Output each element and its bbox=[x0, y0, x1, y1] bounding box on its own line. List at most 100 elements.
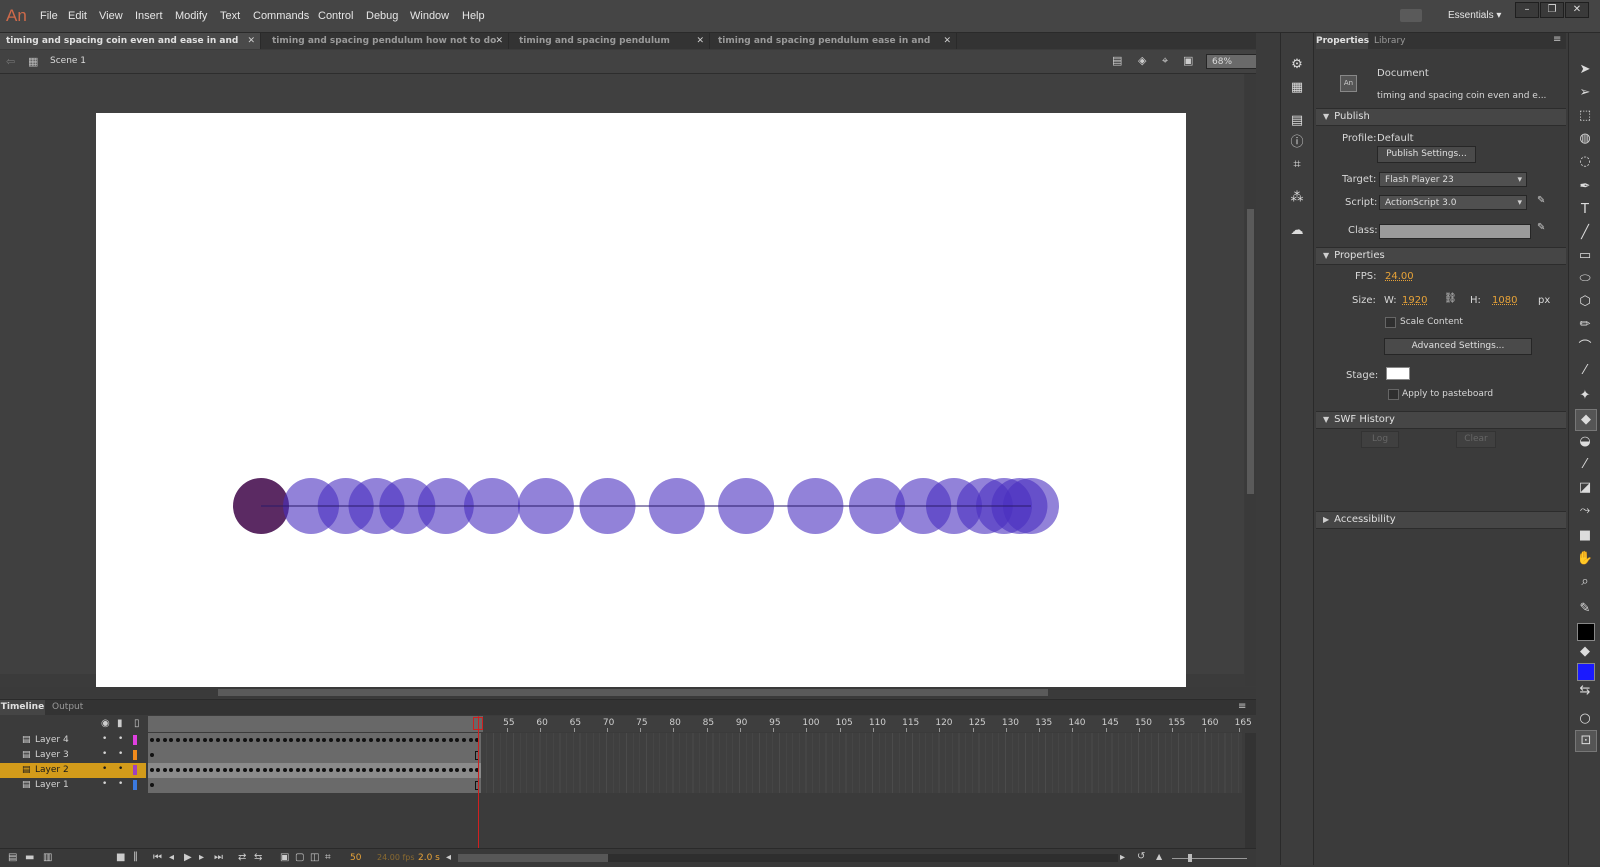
keyframe-dot[interactable] bbox=[255, 768, 260, 772]
ink-bottle-tool-icon[interactable]: ◒ bbox=[1575, 432, 1595, 452]
close-icon[interactable]: ✕ bbox=[696, 33, 704, 49]
tab-output[interactable]: Output bbox=[52, 700, 83, 715]
keyframe-dot[interactable] bbox=[262, 738, 267, 742]
frame-rate[interactable]: 24.00 fps bbox=[377, 853, 415, 862]
brush-tool-icon[interactable]: ⁄ bbox=[1575, 361, 1595, 381]
keyframe-dot[interactable] bbox=[388, 768, 393, 772]
menu-view[interactable]: View bbox=[99, 10, 123, 22]
wrench-icon[interactable]: ✎ bbox=[1537, 195, 1545, 206]
line-tool-icon[interactable]: ╱ bbox=[1575, 223, 1595, 243]
frame-row[interactable] bbox=[148, 748, 1242, 763]
current-frame[interactable]: 50 bbox=[350, 853, 361, 863]
layer-color-swatch[interactable] bbox=[133, 765, 137, 775]
cc-libraries-icon[interactable]: ☁ bbox=[1287, 221, 1307, 241]
layer-color-swatch[interactable] bbox=[133, 780, 137, 790]
scroll-left-icon[interactable]: ◂ bbox=[446, 852, 451, 863]
step-back-icon[interactable]: ◂ bbox=[169, 852, 174, 863]
keyframe-dot[interactable] bbox=[262, 768, 267, 772]
keyframe-dot[interactable] bbox=[295, 738, 300, 742]
bone-tool-icon[interactable]: ✦ bbox=[1575, 386, 1595, 406]
camera-tool-icon[interactable]: ■ bbox=[1575, 526, 1595, 546]
back-arrow-icon[interactable]: ⇦ bbox=[6, 55, 15, 68]
delete-icon[interactable]: ▥ bbox=[43, 852, 52, 863]
text-tool-icon[interactable]: T bbox=[1575, 200, 1595, 220]
keyframe-dot[interactable] bbox=[395, 738, 400, 742]
doc-tab-4[interactable]: timing and spacing pendulum ease in and … bbox=[712, 33, 957, 62]
keyframe-dot[interactable] bbox=[255, 738, 260, 742]
free-transform-tool-icon[interactable]: ⬚ bbox=[1575, 106, 1595, 126]
layer-row[interactable]: ▤ Layer 3 • • bbox=[0, 748, 146, 763]
layer-color-swatch[interactable] bbox=[133, 735, 137, 745]
menu-commands[interactable]: Commands bbox=[253, 10, 309, 22]
elapsed-time[interactable]: 2.0 s bbox=[418, 853, 440, 863]
visibility-dot[interactable]: • bbox=[102, 779, 107, 789]
keyframe-dot[interactable] bbox=[149, 738, 154, 742]
align-icon[interactable]: ▦ bbox=[1287, 78, 1307, 98]
keyframe-dot[interactable] bbox=[242, 768, 247, 772]
keyframe-dot[interactable] bbox=[162, 738, 167, 742]
onion-outline-icon[interactable]: ▢ bbox=[295, 852, 304, 863]
doc-tab-2[interactable]: timing and spacing pendulum how not to d… bbox=[266, 33, 509, 62]
play-icon[interactable]: ▶ bbox=[184, 852, 192, 863]
keyframe-dot[interactable] bbox=[428, 738, 433, 742]
fill-color-icon[interactable]: ◆ bbox=[1575, 642, 1595, 662]
eraser-tool-icon[interactable]: ◪ bbox=[1575, 478, 1595, 498]
layer-row[interactable]: ▤ Layer 2 • • bbox=[0, 763, 146, 778]
keyframe-dot[interactable] bbox=[282, 768, 287, 772]
horizontal-scrollbar[interactable] bbox=[0, 687, 1256, 698]
polystar-tool-icon[interactable]: ⬡ bbox=[1575, 292, 1595, 312]
fill-color-swatch[interactable] bbox=[1577, 663, 1595, 681]
zoom-tool-icon[interactable]: ⌕ bbox=[1575, 572, 1595, 592]
keyframe-dot[interactable] bbox=[282, 738, 287, 742]
scroll-thumb[interactable] bbox=[1247, 209, 1254, 494]
last-frame-icon[interactable]: ⏭ bbox=[214, 852, 223, 863]
zoom-slider-handle[interactable] bbox=[1188, 854, 1192, 862]
onion-markers-icon[interactable]: ⌗ bbox=[325, 852, 331, 863]
height-value[interactable]: 1080 bbox=[1492, 295, 1517, 306]
playhead[interactable] bbox=[478, 716, 479, 849]
object-drawing-icon[interactable]: ○ bbox=[1575, 709, 1595, 729]
layer-name[interactable]: Layer 4 bbox=[35, 735, 69, 745]
loop-icon[interactable]: ⇄ bbox=[238, 852, 246, 863]
reset-zoom-icon[interactable]: ↺ bbox=[1137, 851, 1145, 862]
doc-tab-3[interactable]: timing and spacing pendulum even.fla ✕ bbox=[513, 33, 710, 62]
width-tool-icon[interactable]: ⤳ bbox=[1575, 501, 1595, 521]
edit-class-icon[interactable]: ✎ bbox=[1537, 222, 1545, 233]
first-frame-icon[interactable]: ⏮ bbox=[153, 852, 162, 863]
layer-depth-icon[interactable]: ‖ bbox=[133, 851, 138, 862]
scroll-thumb[interactable] bbox=[458, 854, 608, 862]
section-publish[interactable]: ▼ Publish bbox=[1316, 108, 1566, 126]
menu-file[interactable]: File bbox=[40, 10, 58, 22]
keyframe-dot[interactable] bbox=[242, 738, 247, 742]
keyframe-dot[interactable] bbox=[355, 738, 360, 742]
timeline-zoom-slider[interactable] bbox=[1172, 858, 1247, 859]
keyframe-dot[interactable] bbox=[415, 738, 420, 742]
keyframe-dot[interactable] bbox=[182, 768, 187, 772]
new-layer-icon[interactable]: ▤ bbox=[8, 852, 17, 863]
keyframe-dot[interactable] bbox=[222, 738, 227, 742]
section-accessibility[interactable]: ▶ Accessibility bbox=[1316, 511, 1566, 529]
advanced-settings-button[interactable]: Advanced Settings... bbox=[1384, 338, 1532, 355]
stage-color-swatch[interactable] bbox=[1386, 367, 1410, 380]
keyframe-dot[interactable] bbox=[388, 738, 393, 742]
panel-menu-icon[interactable]: ≡ bbox=[1238, 701, 1246, 712]
keyframe-dot[interactable] bbox=[395, 768, 400, 772]
new-folder-icon[interactable]: ▬ bbox=[25, 852, 34, 863]
target-select[interactable]: Flash Player 23 ▾ bbox=[1379, 172, 1527, 187]
selection-tool-icon[interactable]: ➤ bbox=[1575, 60, 1595, 80]
clear-button[interactable]: Clear bbox=[1456, 431, 1496, 448]
center-stage-icon[interactable]: ⌖ bbox=[1162, 54, 1168, 68]
keyframe-dot[interactable] bbox=[275, 768, 280, 772]
frame-span[interactable] bbox=[148, 748, 481, 763]
keyframe-dot[interactable] bbox=[408, 768, 413, 772]
3d-rotation-tool-icon[interactable]: ◍ bbox=[1575, 129, 1595, 149]
layer-name[interactable]: Layer 1 bbox=[35, 780, 69, 790]
snap-to-objects-icon[interactable]: ⊡ bbox=[1575, 730, 1597, 752]
keyframe-dot[interactable] bbox=[428, 768, 433, 772]
keyframe-dot[interactable] bbox=[468, 738, 473, 742]
visibility-dot[interactable]: • bbox=[102, 749, 107, 759]
fps-value[interactable]: 24.00 bbox=[1385, 271, 1414, 282]
keyframe-dot[interactable] bbox=[216, 768, 220, 772]
workspace-switcher[interactable]: Essentials ▾ bbox=[1448, 10, 1501, 21]
apply-pasteboard-checkbox[interactable] bbox=[1388, 389, 1399, 400]
